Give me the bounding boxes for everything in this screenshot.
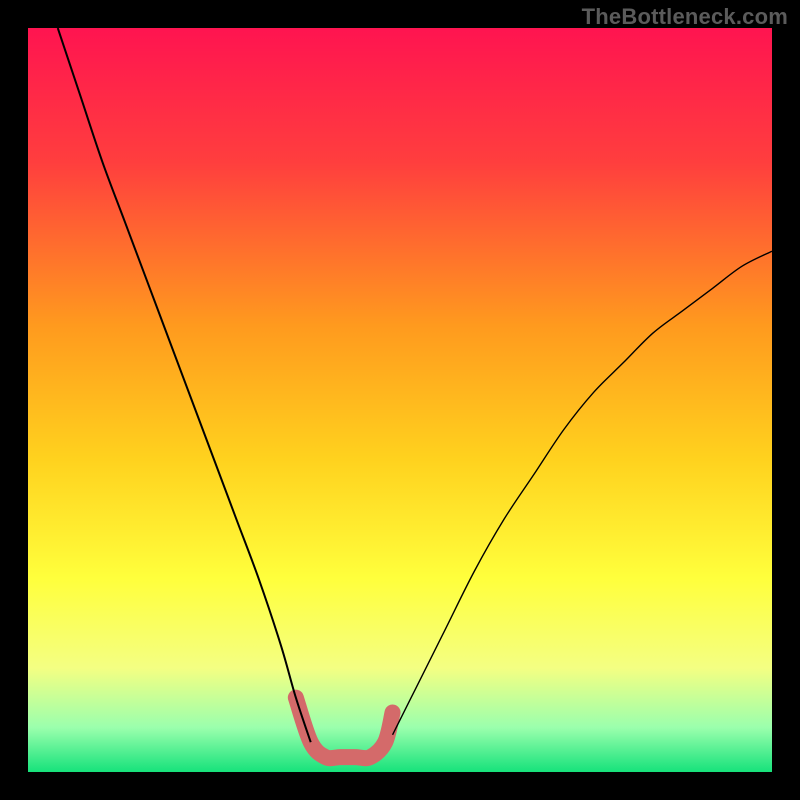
gradient-background: [28, 28, 772, 772]
chart-svg: [28, 28, 772, 772]
watermark-text: TheBottleneck.com: [582, 4, 788, 30]
plot-area: [28, 28, 772, 772]
chart-frame: TheBottleneck.com: [0, 0, 800, 800]
